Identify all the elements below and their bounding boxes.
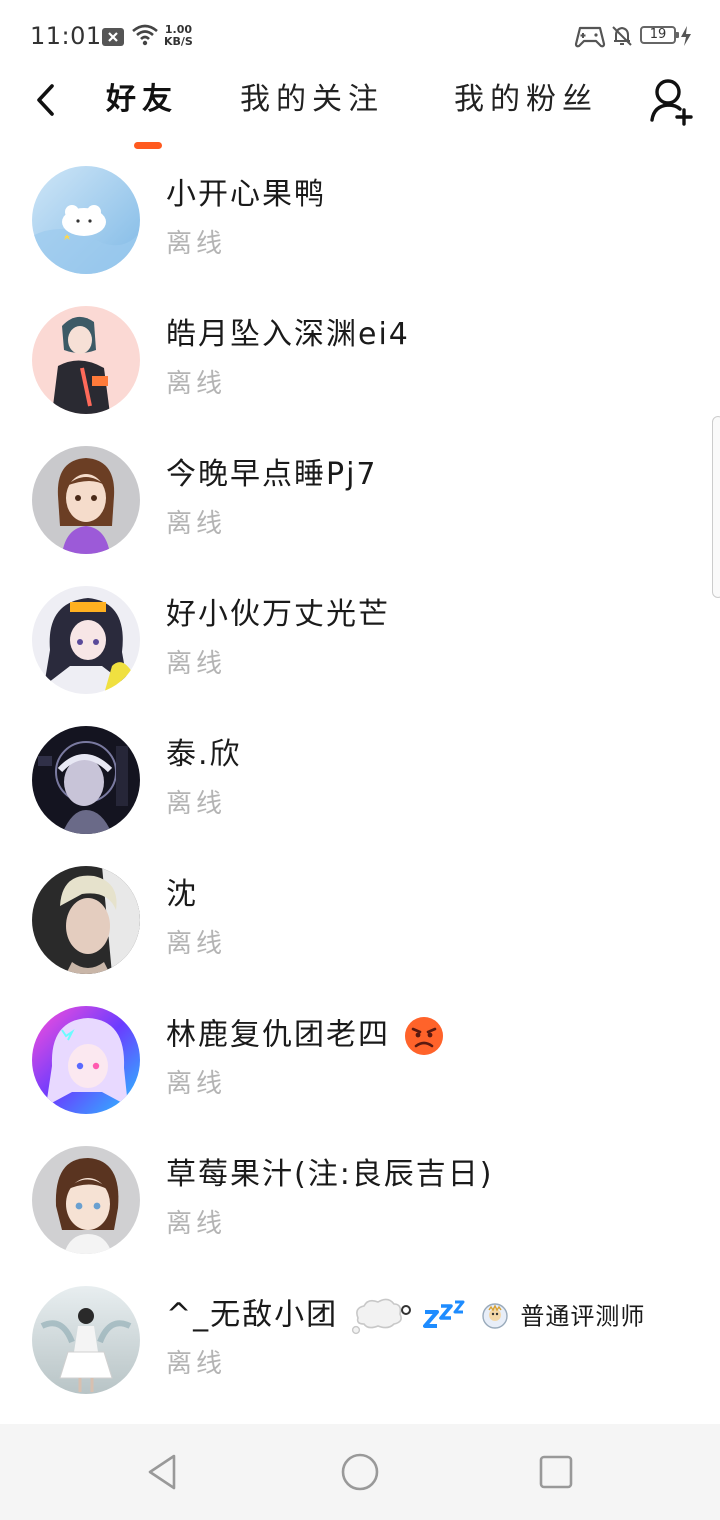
avatar[interactable] bbox=[32, 1006, 140, 1114]
friend-item[interactable]: 草莓果汁(注:良辰吉日) 离线 bbox=[0, 1130, 720, 1270]
friend-status: 离线 bbox=[166, 1069, 227, 1099]
avatar[interactable] bbox=[32, 866, 140, 974]
status-time: 11:01 bbox=[30, 22, 102, 50]
avatar[interactable] bbox=[32, 1146, 140, 1254]
nav-back-triangle-icon[interactable] bbox=[144, 1452, 184, 1492]
friend-name-text: 林鹿复仇团老四 bbox=[166, 1017, 390, 1053]
friend-item[interactable]: 好小伙万丈光芒 离线 bbox=[0, 570, 720, 710]
friend-item[interactable]: 沈 离线 bbox=[0, 850, 720, 990]
bell-muted-icon bbox=[612, 26, 632, 46]
avatar[interactable] bbox=[32, 1286, 140, 1394]
game-controller-icon bbox=[574, 26, 606, 48]
friend-name: 今晚早点睡Pj7 bbox=[166, 457, 378, 492]
system-navigation-bar bbox=[0, 1424, 720, 1520]
friend-status: 离线 bbox=[166, 369, 227, 399]
avatar[interactable] bbox=[32, 306, 140, 414]
friend-item[interactable]: 林鹿复仇团老四 离线 bbox=[0, 990, 720, 1130]
friend-name: 小开心果鸭 bbox=[166, 177, 326, 212]
tab-fans[interactable]: 我的粉丝 bbox=[454, 78, 598, 126]
network-speed-unit: KB/S bbox=[164, 35, 193, 48]
status-bar: 11:01 1.00 KB/S 19 bbox=[0, 0, 720, 72]
nav-recents-square-icon[interactable] bbox=[536, 1452, 576, 1492]
friend-status: 离线 bbox=[166, 1209, 227, 1239]
wifi-icon bbox=[132, 24, 158, 46]
friend-name: 好小伙万丈光芒 bbox=[166, 597, 390, 632]
thought-bubble-icon bbox=[351, 1298, 411, 1335]
friend-name: ^_无敌小团 普通评测师 bbox=[166, 1296, 645, 1336]
friend-item[interactable]: ^_无敌小团 普通评测师 离线 bbox=[0, 1270, 720, 1410]
friend-item[interactable]: 皓月坠入深渊ei4 离线 bbox=[0, 290, 720, 430]
friend-name: 草莓果汁(注:良辰吉日) bbox=[166, 1157, 494, 1192]
edge-scroll-handle[interactable] bbox=[712, 416, 720, 598]
nav-home-circle-icon[interactable] bbox=[340, 1452, 380, 1492]
tab-following[interactable]: 我的关注 bbox=[240, 78, 384, 126]
notification-x-icon bbox=[102, 28, 124, 46]
reviewer-badge-icon bbox=[482, 1303, 508, 1329]
friend-status: 离线 bbox=[166, 929, 227, 959]
header: 好友 我的关注 我的粉丝 bbox=[0, 72, 720, 150]
friend-name: 泰.欣 bbox=[166, 737, 242, 772]
friend-status: 离线 bbox=[166, 789, 227, 819]
avatar[interactable] bbox=[32, 446, 140, 554]
friend-item[interactable]: 小开心果鸭 离线 bbox=[0, 150, 720, 290]
friend-name: 林鹿复仇团老四 bbox=[166, 1016, 444, 1056]
charging-bolt-icon bbox=[681, 26, 691, 46]
network-speed: 1.00 KB/S bbox=[164, 24, 193, 48]
avatar[interactable] bbox=[32, 726, 140, 834]
back-button[interactable] bbox=[30, 82, 66, 118]
sleeping-zzz-icon bbox=[423, 1300, 465, 1328]
friend-status: 离线 bbox=[166, 649, 227, 679]
friend-name: 沈 bbox=[166, 877, 198, 912]
friend-status: 离线 bbox=[166, 229, 227, 259]
friend-item[interactable]: 今晚早点睡Pj7 离线 bbox=[0, 430, 720, 570]
friend-name-text: ^_无敌小团 bbox=[166, 1297, 339, 1333]
friend-item[interactable]: 泰.欣 离线 bbox=[0, 710, 720, 850]
avatar[interactable] bbox=[32, 166, 140, 274]
battery-indicator: 19 bbox=[640, 26, 679, 44]
friend-status: 离线 bbox=[166, 1349, 227, 1379]
friend-status: 离线 bbox=[166, 509, 227, 539]
active-tab-indicator bbox=[134, 142, 162, 149]
angry-face-emoji-icon bbox=[404, 1017, 443, 1055]
reviewer-badge-label: 普通评测师 bbox=[520, 1302, 646, 1331]
add-friend-icon[interactable] bbox=[648, 76, 696, 128]
avatar[interactable] bbox=[32, 586, 140, 694]
tab-friends[interactable]: 好友 bbox=[106, 78, 178, 126]
friend-name: 皓月坠入深渊ei4 bbox=[166, 317, 410, 352]
